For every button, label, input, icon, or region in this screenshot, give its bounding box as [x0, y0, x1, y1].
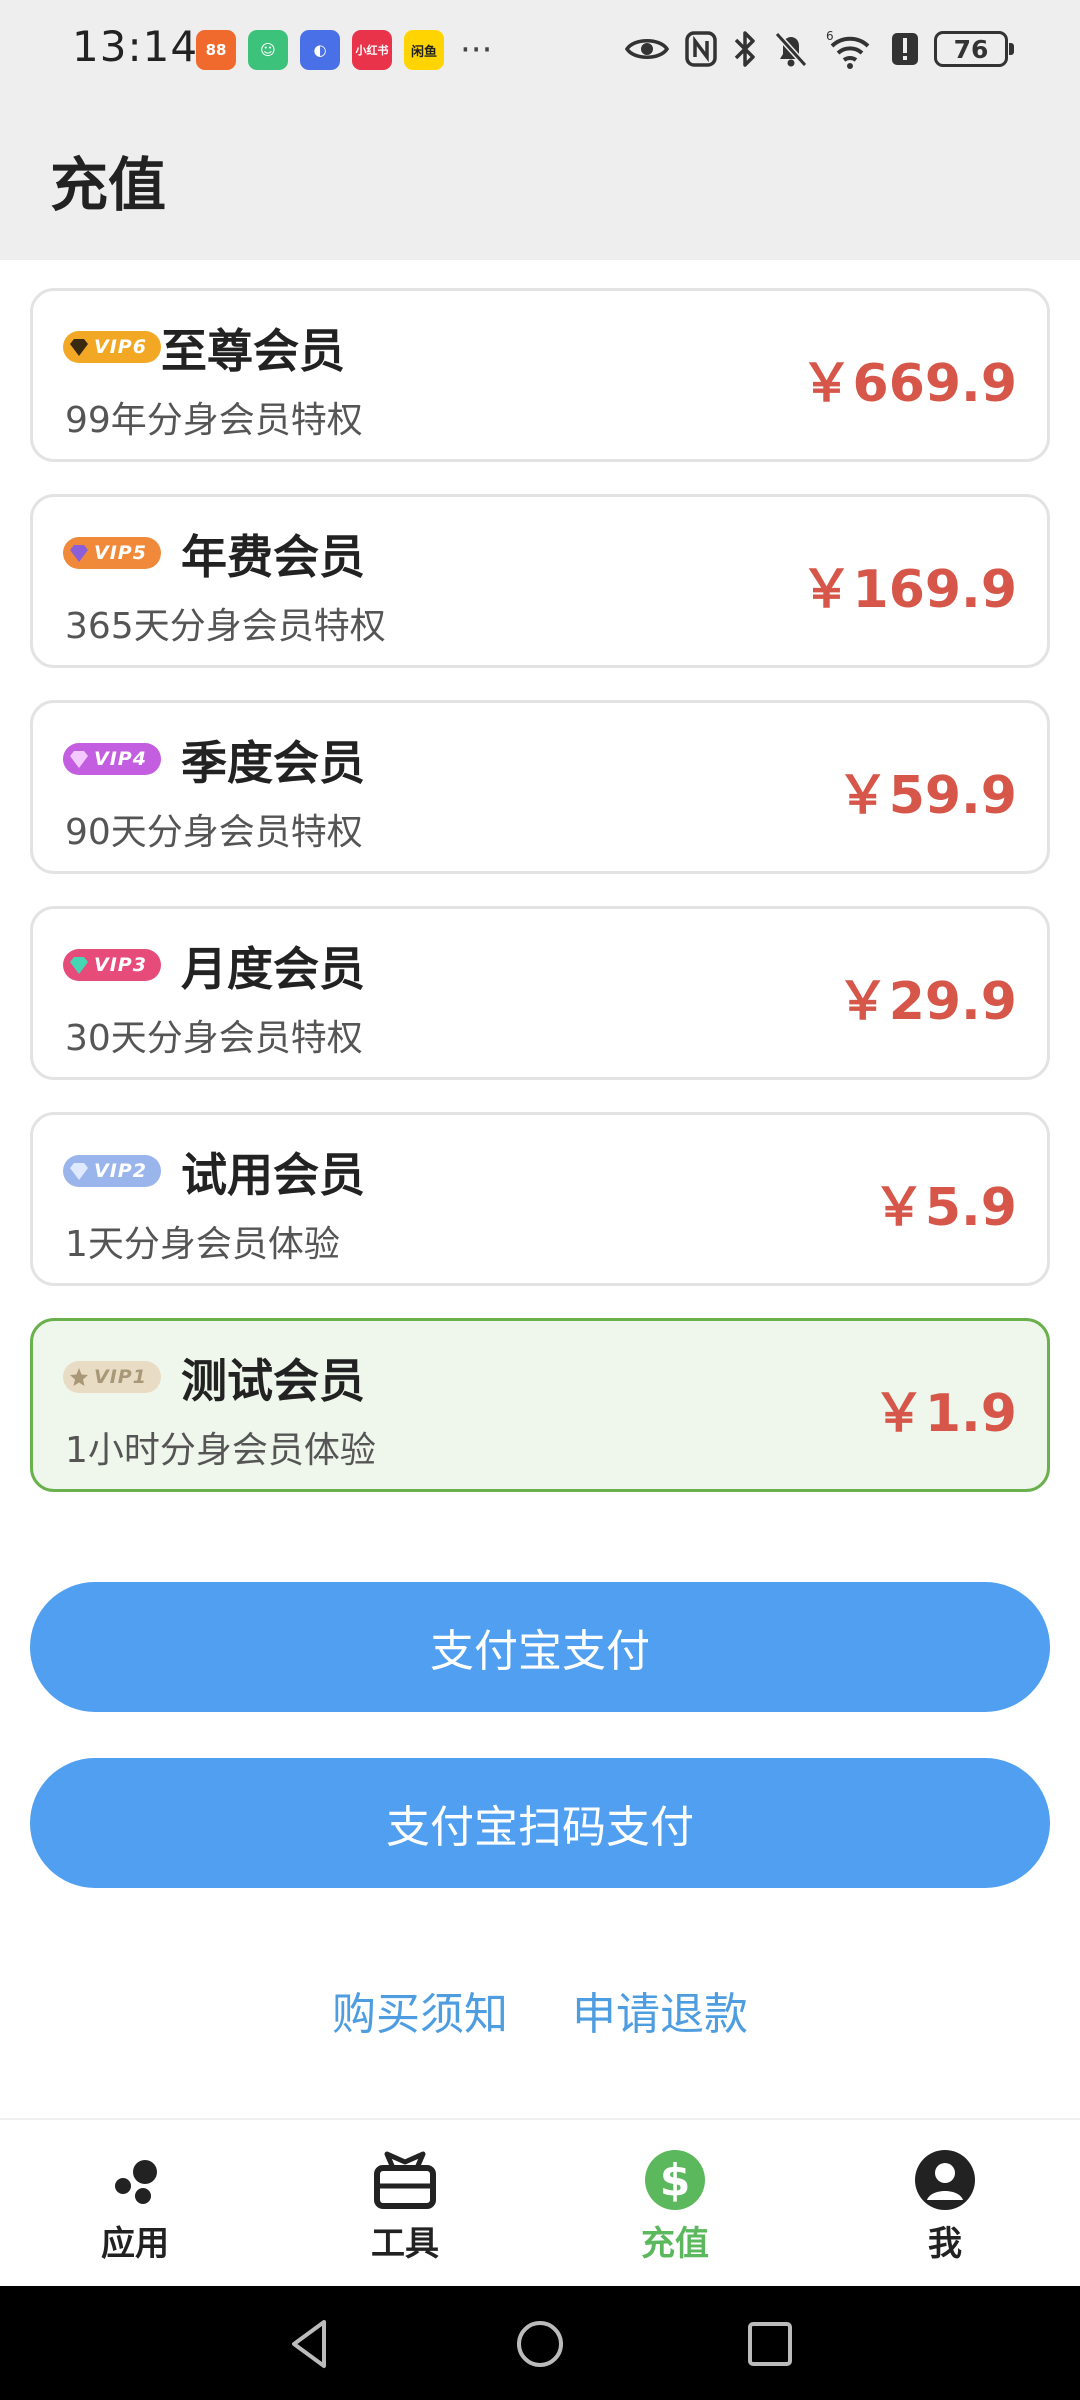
purchase-notice-link[interactable]: 购买须知 — [332, 1978, 508, 2042]
xianyu-icon: 闲鱼 — [404, 30, 444, 70]
vip5-badge-label: VIP5 — [94, 542, 147, 564]
recents-icon[interactable] — [742, 2316, 798, 2372]
vip3-badge-label: VIP3 — [94, 954, 147, 976]
bluetooth-icon — [734, 31, 755, 67]
app-orange-icon: 88 — [196, 30, 236, 70]
page-header: 充值 — [0, 100, 1080, 260]
plan-name: 至尊会员 — [161, 324, 345, 378]
plan-price: ￥5.9 — [872, 1178, 1017, 1238]
status-right: 6 76 — [624, 28, 1014, 70]
plan-card-vip6[interactable]: VIP6 至尊会员 99年分身会员特权 ￥669.9 — [30, 288, 1050, 462]
plan-description: 30天分身会员特权 — [65, 1018, 363, 1059]
svg-text:$: $ — [660, 2155, 691, 2206]
plan-card-vip2[interactable]: VIP2 试用会员 1天分身会员体验 ￥5.9 — [30, 1112, 1050, 1286]
plan-description: 90天分身会员特权 — [65, 812, 363, 853]
dollar-icon: $ — [645, 2150, 705, 2210]
alipay-qr-button[interactable]: 支付宝扫码支付 — [30, 1758, 1050, 1888]
alipay-button[interactable]: 支付宝支付 — [30, 1582, 1050, 1712]
xiaohongshu-icon: 小红书 — [352, 30, 392, 70]
plan-description: 365天分身会员特权 — [65, 606, 386, 647]
links-row: 购买须知 申请退款 — [0, 1978, 1080, 2042]
system-nav-bar — [0, 2286, 1080, 2400]
plan-price: ￥1.9 — [872, 1384, 1017, 1444]
plan-price: ￥669.9 — [800, 354, 1017, 414]
vip6-badge-label: VIP6 — [94, 336, 147, 358]
nav-label: 应用 — [101, 2224, 169, 2264]
nav-item-tools[interactable]: 工具 — [270, 2120, 540, 2286]
bottom-nav: 应用 工具 $ 充值 我 — [0, 2118, 1080, 2286]
diamond-icon — [70, 957, 88, 974]
status-app-icons: 88 ☺ ◐ 小红书 闲鱼 ··· — [196, 30, 492, 70]
vip2-badge-label: VIP2 — [94, 1160, 147, 1182]
plan-name: 测试会员 — [181, 1354, 365, 1408]
plan-name: 年费会员 — [181, 530, 365, 584]
diamond-icon — [70, 545, 88, 562]
apps-icon — [115, 2160, 157, 2204]
plan-name: 试用会员 — [181, 1148, 365, 1202]
nav-item-recharge[interactable]: $ 充值 — [540, 2120, 810, 2286]
wifi-icon: 6 — [826, 29, 870, 69]
status-bar: 13:14 88 ☺ ◐ 小红书 闲鱼 ··· 6 76 — [0, 0, 1080, 100]
diamond-icon — [70, 339, 88, 356]
nfc-icon — [685, 31, 717, 67]
plan-price: ￥169.9 — [800, 560, 1017, 620]
plan-name: 季度会员 — [181, 736, 365, 790]
nav-label: 我 — [928, 2224, 962, 2264]
vip4-badge: VIP4 — [63, 743, 161, 775]
bell-muted-icon — [774, 31, 808, 68]
more-notifications-icon: ··· — [460, 30, 493, 70]
alert-icon — [892, 33, 918, 65]
page-title: 充值 — [50, 151, 167, 219]
vip1-badge-label: VIP1 — [94, 1366, 147, 1388]
battery-indicator: 76 — [934, 31, 1014, 67]
refund-request-link[interactable]: 申请退款 — [572, 1978, 748, 2042]
vip2-badge: VIP2 — [63, 1155, 161, 1187]
nav-item-me[interactable]: 我 — [810, 2120, 1080, 2286]
plan-card-vip4[interactable]: VIP4 季度会员 90天分身会员特权 ￥59.9 — [30, 700, 1050, 874]
vip1-badge: VIP1 — [63, 1361, 161, 1393]
plan-price: ￥59.9 — [836, 766, 1017, 826]
plan-price: ￥29.9 — [836, 972, 1017, 1032]
vip4-badge-label: VIP4 — [94, 748, 147, 770]
vip6-badge: VIP6 — [63, 331, 161, 363]
plan-card-vip5[interactable]: VIP5 年费会员 365天分身会员特权 ￥169.9 — [30, 494, 1050, 668]
app-green-icon: ☺ — [248, 30, 288, 70]
plan-card-vip3[interactable]: VIP3 月度会员 30天分身会员特权 ￥29.9 — [30, 906, 1050, 1080]
back-icon[interactable] — [282, 2316, 338, 2372]
toolbox-icon — [374, 2151, 436, 2209]
eye-icon — [624, 39, 670, 59]
status-time: 13:14 — [72, 22, 199, 71]
plan-description: 1天分身会员体验 — [65, 1224, 340, 1265]
vip3-badge: VIP3 — [63, 949, 161, 981]
app-blue-icon: ◐ — [300, 30, 340, 70]
nav-label: 工具 — [371, 2224, 439, 2264]
svg-text:6: 6 — [826, 29, 834, 43]
account-icon — [915, 2150, 975, 2210]
plan-description: 99年分身会员特权 — [65, 400, 363, 441]
nav-item-apps[interactable]: 应用 — [0, 2120, 270, 2286]
plan-name: 月度会员 — [181, 942, 365, 996]
plan-card-vip1[interactable]: VIP1 测试会员 1小时分身会员体验 ￥1.9 — [30, 1318, 1050, 1492]
star-icon — [70, 1368, 88, 1386]
nav-label: 充值 — [641, 2224, 709, 2264]
home-icon[interactable] — [512, 2316, 568, 2372]
vip5-badge: VIP5 — [63, 537, 161, 569]
diamond-icon — [70, 751, 88, 768]
diamond-icon — [70, 1163, 88, 1180]
plan-description: 1小时分身会员体验 — [65, 1430, 376, 1471]
